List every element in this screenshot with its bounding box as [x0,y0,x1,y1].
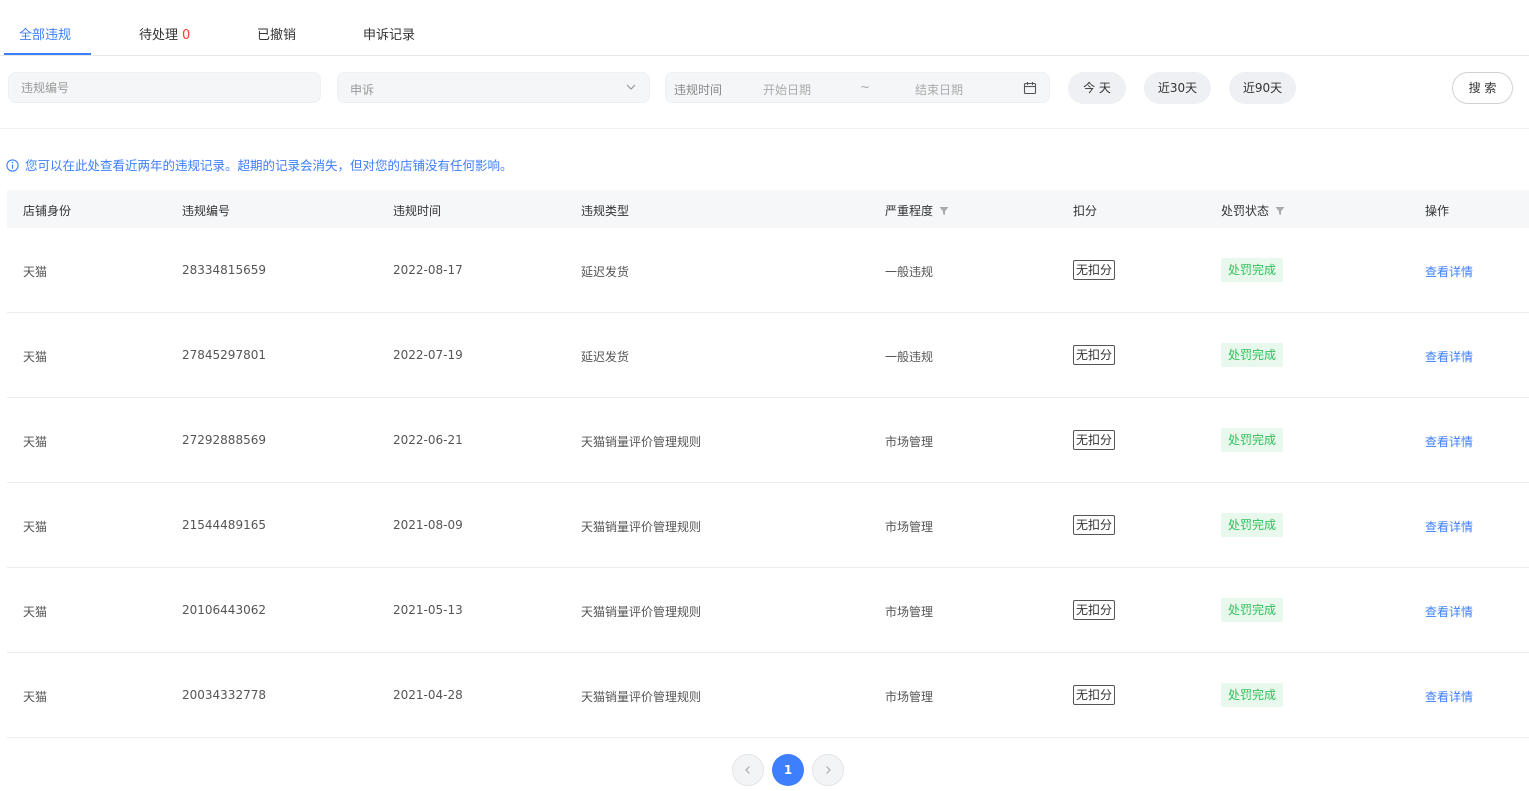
cell-severity: 一般违规 [885,350,934,364]
cell-severity: 市场管理 [885,605,934,619]
deduction-badge: 无扣分 [1073,685,1116,705]
start-date-input[interactable]: 开始日期 [763,81,811,98]
deduction-badge: 无扣分 [1073,260,1116,280]
col-deduction: 扣分 [1073,204,1098,218]
table-row: 天猫 20106443062 2021-05-13 天猫销量评价管理规则 市场管… [7,568,1529,653]
status-badge: 处罚完成 [1221,343,1283,367]
cell-shop: 天猫 [23,350,48,364]
end-date-input[interactable]: 结束日期 [915,81,963,98]
status-badge: 处罚完成 [1221,683,1283,707]
tab-all-violations[interactable]: 全部违规 [19,24,71,43]
date-range-label: 违规时间 [674,83,723,97]
cell-violation-time: 2021-08-09 [393,518,463,532]
info-notice-text: 您可以在此处查看近两年的违规记录。超期的记录会消失，但对您的店铺没有任何影响。 [25,158,513,173]
last-30-days-button[interactable]: 近30天 [1144,72,1211,104]
date-range-picker[interactable]: 违规时间 开始日期 ~ 结束日期 [665,72,1050,103]
cell-shop: 天猫 [23,435,48,449]
cell-severity: 市场管理 [885,435,934,449]
deduction-badge: 无扣分 [1073,515,1116,535]
col-penalty-status-label: 处罚状态 [1221,204,1270,218]
cell-violation-type: 天猫销量评价管理规则 [581,690,702,704]
deduction-badge: 无扣分 [1073,600,1116,620]
status-badge: 处罚完成 [1221,258,1283,282]
col-violation-time: 违规时间 [393,204,442,218]
cell-violation-type: 天猫销量评价管理规则 [581,435,702,449]
cell-violation-type: 天猫销量评价管理规则 [581,520,702,534]
filter-icon[interactable] [939,206,949,216]
page-number-current[interactable]: 1 [772,754,804,786]
deduction-badge: 无扣分 [1073,345,1116,365]
cell-violation-type: 延迟发货 [581,350,630,364]
view-details-link[interactable]: 查看详情 [1425,263,1473,280]
filter-bar: 申诉 违规时间 开始日期 ~ 结束日期 今 天 近30天 近90天 搜 索 [0,56,1529,129]
cell-violation-time: 2022-07-19 [393,348,463,362]
date-separator: ~ [860,80,871,94]
tab-revoked[interactable]: 已撤销 [257,24,296,43]
view-details-link[interactable]: 查看详情 [1425,603,1473,620]
table-row: 天猫 20034332778 2021-04-28 天猫销量评价管理规则 市场管… [7,653,1529,738]
cell-violation-no: 20034332778 [182,688,266,702]
view-details-link[interactable]: 查看详情 [1425,433,1473,450]
next-page-button[interactable] [812,754,844,786]
chevron-down-icon [626,84,636,90]
cell-violation-no: 27292888569 [182,433,266,447]
cell-shop: 天猫 [23,265,48,279]
cell-violation-type: 延迟发货 [581,265,630,279]
status-badge: 处罚完成 [1221,598,1283,622]
tab-pending-label: 待处理 [139,28,179,43]
table-header: 店铺身份 违规编号 违规时间 违规类型 严重程度 扣分 处罚状态 操作 [7,190,1529,228]
cell-violation-time: 2021-05-13 [393,603,463,617]
col-severity: 严重程度 [885,202,949,219]
tab-bar: 全部违规 待处理 0 已撤销 申诉记录 [0,0,1529,56]
col-violation-type: 违规类型 [581,204,630,218]
tab-appeal-records[interactable]: 申诉记录 [363,24,415,43]
violation-no-input[interactable] [9,73,320,102]
last-90-days-button[interactable]: 近90天 [1229,72,1296,104]
view-details-link[interactable]: 查看详情 [1425,518,1473,535]
table-row: 天猫 27845297801 2022-07-19 延迟发货 一般违规 无扣分 … [7,313,1529,398]
cell-violation-time: 2022-08-17 [393,263,463,277]
col-severity-label: 严重程度 [885,204,934,218]
table-row: 天猫 21544489165 2021-08-09 天猫销量评价管理规则 市场管… [7,483,1529,568]
info-notice: 您可以在此处查看近两年的违规记录。超期的记录会消失，但对您的店铺没有任何影响。 [6,155,513,174]
info-icon [6,159,19,172]
status-badge: 处罚完成 [1221,428,1283,452]
pending-count-badge: 0 [182,28,191,43]
chevron-left-icon [745,766,750,774]
type-select-value: 申诉 [350,83,375,97]
filter-icon[interactable] [1275,206,1285,216]
cell-violation-no: 28334815659 [182,263,266,277]
cell-violation-time: 2022-06-21 [393,433,463,447]
cell-violation-no: 21544489165 [182,518,266,532]
col-violation-no: 违规编号 [182,204,231,218]
prev-page-button[interactable] [732,754,764,786]
today-button[interactable]: 今 天 [1068,72,1126,104]
cell-shop: 天猫 [23,605,48,619]
deduction-badge: 无扣分 [1073,430,1116,450]
cell-violation-time: 2021-04-28 [393,688,463,702]
view-details-link[interactable]: 查看详情 [1425,348,1473,365]
violation-no-field [8,72,321,103]
cell-severity: 市场管理 [885,520,934,534]
col-penalty-status: 处罚状态 [1221,202,1285,219]
tab-pending[interactable]: 待处理 0 [139,24,190,43]
table-row: 天猫 27292888569 2022-06-21 天猫销量评价管理规则 市场管… [7,398,1529,483]
cell-shop: 天猫 [23,690,48,704]
status-badge: 处罚完成 [1221,513,1283,537]
table-row: 天猫 28334815659 2022-08-17 延迟发货 一般违规 无扣分 … [7,228,1529,313]
cell-violation-no: 20106443062 [182,603,266,617]
cell-shop: 天猫 [23,520,48,534]
cell-violation-type: 天猫销量评价管理规则 [581,605,702,619]
col-actions: 操作 [1425,204,1450,218]
cell-severity: 一般违规 [885,265,934,279]
type-select[interactable]: 申诉 [337,72,650,103]
view-details-link[interactable]: 查看详情 [1425,688,1473,705]
col-shop-identity: 店铺身份 [23,204,72,218]
chevron-right-icon [826,766,831,774]
active-tab-indicator [4,53,91,55]
search-button[interactable]: 搜 索 [1452,72,1513,104]
cell-violation-no: 27845297801 [182,348,266,362]
calendar-icon[interactable] [1023,81,1037,95]
cell-severity: 市场管理 [885,690,934,704]
